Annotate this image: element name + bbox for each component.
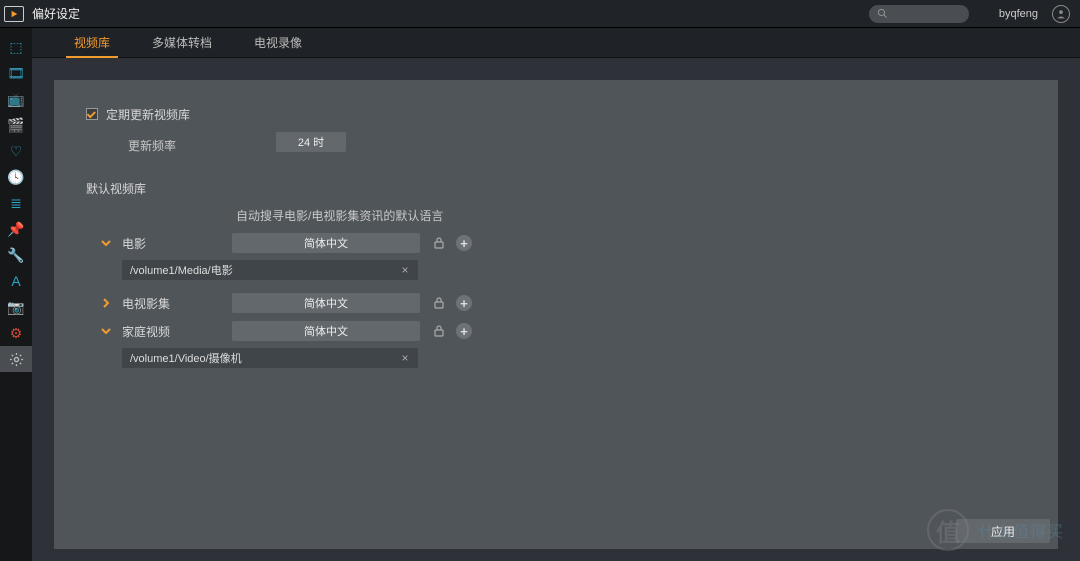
sidebar-item-playlist[interactable]: ≣ [0, 190, 32, 216]
app-logo [4, 6, 24, 22]
library-name: 家庭视频 [122, 323, 232, 340]
tool-icon: 🔧 [9, 248, 24, 263]
sidebar-item-library[interactable]: 🎬 [0, 112, 32, 138]
sidebar-item-movie[interactable]: 🎞 [0, 60, 32, 86]
movie-icon: 🎞 [9, 66, 24, 81]
apply-button[interactable]: 应用 [956, 519, 1050, 543]
history-icon: 🕓 [9, 170, 24, 185]
settings-panel: 定期更新视频库 更新频率 24 时 默认视频库 自动搜寻电影/电视影集资讯的默认… [54, 80, 1058, 549]
expand-toggle-tvshow[interactable] [100, 298, 112, 308]
sidebar-item-favorite[interactable]: ♡ [0, 138, 32, 164]
tab-tv-record[interactable]: 电视录像 [248, 34, 308, 57]
path-text: /volume1/Video/摄像机 [130, 350, 242, 366]
video-library-icon: 🎬 [9, 118, 24, 133]
sidebar: ⬚ 🎞 📺 🎬 ♡ 🕓 ≣ 📌 🔧 A 📷 ⚙ [0, 28, 32, 561]
page-title: 偏好设定 [32, 5, 80, 22]
default-library-title: 默认视频库 [86, 180, 1058, 197]
path-field-movie[interactable]: /volume1/Media/电影 × [122, 260, 418, 280]
language-select-movie[interactable]: 简体中文 [232, 233, 420, 253]
sidebar-item-voice[interactable]: ⚙ [0, 320, 32, 346]
auto-update-checkbox[interactable] [86, 108, 98, 120]
tab-transcode[interactable]: 多媒体转档 [146, 34, 218, 57]
sidebar-item-tv[interactable]: 📺 [0, 86, 32, 112]
path-field-home[interactable]: /volume1/Video/摄像机 × [122, 348, 418, 368]
photo-icon: 📷 [9, 300, 24, 315]
auto-update-label: 定期更新视频库 [106, 106, 190, 123]
search-icon [877, 8, 888, 19]
update-frequency-label: 更新频率 [128, 137, 176, 154]
library-row-movie: 电影 简体中文 + [86, 230, 1058, 256]
language-select-tvshow[interactable]: 简体中文 [232, 293, 420, 313]
person-icon [1056, 9, 1066, 19]
lock-icon [432, 236, 446, 250]
tv-icon: 📺 [9, 92, 24, 107]
username-label[interactable]: byqfeng [999, 8, 1038, 20]
tabs: 视频库 多媒体转档 电视录像 [32, 28, 1080, 58]
sidebar-item-history[interactable]: 🕓 [0, 164, 32, 190]
text-icon: A [9, 274, 24, 289]
library-name: 电影 [122, 235, 232, 252]
sidebar-item-tool[interactable]: 🔧 [0, 242, 32, 268]
sidebar-item-settings[interactable] [0, 346, 32, 372]
lock-icon [432, 296, 446, 310]
sidebar-item-text[interactable]: A [0, 268, 32, 294]
add-path-button-tvshow[interactable]: + [456, 295, 472, 311]
path-row: /volume1/Video/摄像机 × [122, 346, 1058, 370]
link-icon: 📌 [9, 222, 24, 237]
remove-path-button[interactable]: × [398, 263, 412, 277]
favorite-icon: ♡ [9, 144, 24, 159]
voice-icon: ⚙ [9, 326, 24, 341]
library-row-tvshow: 电视影集 简体中文 + [86, 290, 1058, 316]
sidebar-item-photo[interactable]: 📷 [0, 294, 32, 320]
expand-toggle-movie[interactable] [100, 238, 112, 248]
sidebar-item-link[interactable]: 📌 [0, 216, 32, 242]
add-path-button-home[interactable]: + [456, 323, 472, 339]
tab-video-library[interactable]: 视频库 [68, 34, 116, 57]
sidebar-item-overview[interactable]: ⬚ [0, 34, 32, 60]
settings-icon [9, 352, 24, 367]
path-row: /volume1/Media/电影 × [122, 258, 1058, 282]
search-input[interactable] [869, 5, 969, 23]
path-text: /volume1/Media/电影 [130, 262, 233, 278]
playlist-icon: ≣ [9, 196, 24, 211]
overview-icon: ⬚ [9, 40, 24, 55]
lock-icon [432, 324, 446, 338]
main-area: 视频库 多媒体转档 电视录像 定期更新视频库 更新频率 24 时 [32, 28, 1080, 561]
library-name: 电视影集 [122, 295, 232, 312]
update-frequency-select[interactable]: 24 时 [276, 132, 346, 152]
add-path-button-movie[interactable]: + [456, 235, 472, 251]
expand-toggle-home[interactable] [100, 326, 112, 336]
library-row-home: 家庭视频 简体中文 + [86, 318, 1058, 344]
language-select-home[interactable]: 简体中文 [232, 321, 420, 341]
language-hint: 自动搜寻电影/电视影集资讯的默认语言 [236, 207, 1058, 224]
remove-path-button[interactable]: × [398, 351, 412, 365]
user-avatar[interactable] [1052, 5, 1070, 23]
titlebar: 偏好设定 byqfeng [0, 0, 1080, 28]
